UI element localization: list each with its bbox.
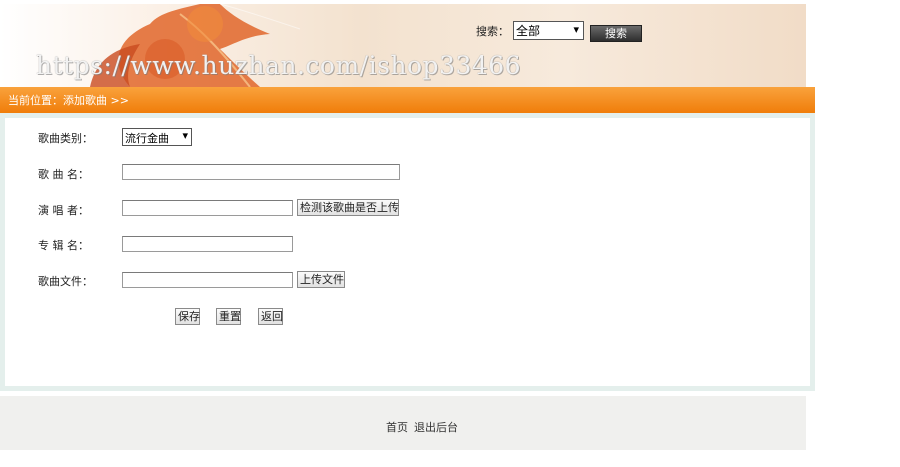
add-song-form [0, 113, 815, 391]
album-input[interactable] [122, 236, 293, 252]
upload-file-button[interactable]: 上传文件 [297, 271, 345, 288]
breadcrumb-bar: 当前位置：添加歌曲 >> [0, 87, 815, 113]
search-label: 搜索： [476, 25, 509, 38]
watermark-text: https://www.huzhan.com/ishop33466 [36, 51, 522, 80]
home-link[interactable]: 首页 [386, 421, 408, 434]
search-scope-select[interactable]: 全部 ▾ [513, 21, 584, 40]
song-name-label: 歌 曲 名： [38, 168, 89, 181]
footer-links: 首页 退出后台 [386, 419, 464, 435]
category-select[interactable]: 流行金曲 ▾ [122, 128, 192, 146]
footer: 首页 退出后台 [0, 396, 806, 450]
song-file-label: 歌曲文件： [38, 275, 93, 288]
search-scope-value: 全部 [516, 24, 541, 38]
search-button[interactable]: 搜索 [590, 25, 642, 42]
save-button[interactable]: 保存 [175, 308, 200, 325]
breadcrumb: 当前位置：添加歌曲 >> [8, 94, 129, 107]
album-label: 专 辑 名： [38, 239, 89, 252]
logout-link[interactable]: 退出后台 [414, 421, 458, 434]
category-label: 歌曲类别： [38, 132, 93, 145]
singer-input[interactable] [122, 200, 293, 216]
back-button[interactable]: 返回 [258, 308, 283, 325]
chevron-down-icon: ▾ [573, 23, 579, 36]
reset-button[interactable]: 重置 [216, 308, 241, 325]
song-name-input[interactable] [122, 164, 400, 180]
header-banner: https://www.huzhan.com/ishop33466 [0, 4, 806, 87]
singer-label: 演 唱 者： [38, 204, 89, 217]
song-file-input[interactable] [122, 272, 293, 288]
category-value: 流行金曲 [125, 132, 169, 145]
check-uploaded-button[interactable]: 检测该歌曲是否上传 [297, 199, 399, 216]
chevron-down-icon: ▾ [182, 129, 188, 142]
